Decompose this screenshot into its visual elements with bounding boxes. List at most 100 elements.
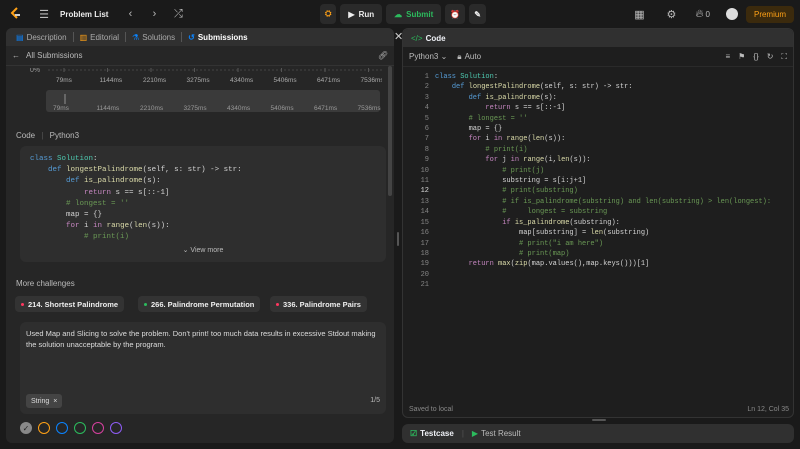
challenge-chip[interactable]: 336. Palindrome Pairs (270, 296, 367, 312)
code-editor[interactable]: 1 2 3 4 5 6 7 8 9 10 11 12 13 14 15 16 17 18 19 20 21 class … (403, 69, 793, 395)
color-blue[interactable] (56, 422, 68, 434)
tab-label: Submissions (197, 32, 248, 42)
tab-testcase[interactable]: ☑ Testcase (410, 429, 454, 438)
language-select[interactable]: Python3 ⌄ (409, 52, 447, 61)
cloud-upload-icon: ☁ (394, 9, 403, 19)
challenge-chip[interactable]: 266. Palindrome Permutation (138, 296, 261, 312)
x-tick-label: 3275ms (187, 77, 211, 84)
chevron-left-icon[interactable]: ‹ (122, 6, 138, 22)
view-more-button[interactable]: ⌄ View more (20, 246, 386, 254)
submit-label: Submit (406, 9, 434, 19)
chevron-down-icon: ⌄ (440, 52, 448, 61)
gear-icon[interactable]: ⚙ (663, 6, 679, 22)
x-tick-label: 1144ms (100, 77, 123, 84)
x-tick-label: 2210ms (143, 77, 167, 84)
tab-description[interactable]: ▤ Description (12, 33, 71, 42)
difficulty-dot (21, 302, 24, 306)
avatar[interactable] (725, 8, 738, 20)
divider (181, 32, 183, 42)
color-green[interactable] (74, 422, 86, 434)
fire-icon[interactable]: 🔥︎ 0 (695, 6, 710, 22)
notes-button[interactable]: ✎ (469, 4, 486, 24)
color-gray-selected[interactable]: ✓ (20, 422, 32, 434)
x-tick-label: 4340ms (230, 77, 254, 84)
cursor-position: Ln 12, Col 35 (747, 405, 789, 413)
line-numbers: 1 2 3 4 5 6 7 8 9 10 11 12 13 14 15 16 17 18 19 20 21 (420, 73, 429, 290)
range-tick-label: 3275ms (184, 105, 208, 112)
tab-label: Description (26, 32, 67, 42)
all-submissions-link[interactable]: All Submissions (26, 51, 82, 60)
reset-icon[interactable]: ↻ (767, 52, 774, 62)
saved-status: Saved to local (409, 405, 453, 413)
challenge-label: 336. Palindrome Pairs (283, 299, 361, 309)
premium-button[interactable]: Premium (745, 5, 794, 23)
code-language: Python3 (49, 131, 80, 140)
note-page-count: 1/5 (370, 397, 380, 404)
submission-code: class Solution: def longestPalindrome(se… (30, 155, 242, 242)
tab-label: Editorial (90, 32, 120, 42)
code-editor-panel: </> Code Python3 ⌄ 🔒︎ Auto ≡ ⚑ {} ↻ ⛶ 12… (402, 28, 794, 418)
x-tick-label: 7536ms (361, 77, 383, 84)
bookmark-icon[interactable]: ⚑ (738, 52, 745, 62)
submissions-subheader: ← All Submissions 🔗︎ (6, 46, 394, 66)
divider: | (41, 131, 44, 140)
note-text[interactable]: Used Map and Slicing to solve the proble… (26, 328, 380, 350)
fullscreen-icon[interactable]: ⛶ (781, 52, 787, 62)
x-tick-label: 79ms (56, 77, 73, 84)
run-button[interactable]: ▶ Run (340, 4, 383, 24)
note-icon: ✎ (474, 9, 481, 19)
divider (125, 32, 127, 42)
close-icon[interactable]: × (53, 398, 57, 405)
lock-icon: 🔒︎ (457, 51, 462, 61)
code-brackets-icon: </> (411, 33, 423, 43)
shuffle-icon[interactable]: ⤮ (170, 6, 186, 22)
leetcode-logo-icon[interactable] (8, 6, 24, 22)
editor-actions: ≡ ⚑ {} ↻ ⛶ (726, 52, 788, 62)
range-handle[interactable] (64, 94, 66, 104)
auto-mode[interactable]: Auto (465, 52, 481, 61)
note-tag[interactable]: String × (26, 394, 63, 408)
layout-grid-icon[interactable]: ▦ (631, 6, 647, 22)
code-section-header: Code | Python3 (16, 131, 79, 140)
left-panel: ▤ Description ▥ Editorial ⚗ Solutions ↺ Subm… (6, 28, 394, 443)
range-tick-label: 2210ms (140, 105, 164, 112)
editor-toolbar: Python3 ⌄ 🔒︎ Auto ≡ ⚑ {} ↻ ⛶ (403, 47, 793, 67)
panel-resize-handle[interactable] (397, 232, 399, 246)
flask-icon: ⚗ (132, 32, 140, 42)
x-tick-label: 6471ms (317, 77, 341, 84)
panel-resize-handle[interactable] (592, 419, 606, 421)
color-pink[interactable] (92, 422, 104, 434)
submission-code-card: class Solution: def longestPalindrome(se… (20, 146, 386, 262)
editor-code[interactable]: class Solution: def longestPalindrome(se… (435, 69, 771, 280)
book-icon: ▥ (79, 32, 88, 42)
list-icon[interactable]: ☰ (36, 6, 52, 22)
tab-code[interactable]: Code (426, 34, 446, 43)
tab-test-result[interactable]: ▶ Test Result (472, 429, 521, 438)
code-tab-bar: </> Code (403, 29, 793, 47)
braces-icon[interactable]: {} (753, 52, 758, 62)
challenge-chip[interactable]: 214. Shortest Palindrome (15, 296, 125, 312)
color-purple[interactable] (110, 422, 122, 434)
left-tabs: ▤ Description ▥ Editorial ⚗ Solutions ↺ Subm… (6, 28, 394, 46)
range-tick-label: 5406ms (271, 105, 295, 112)
color-orange[interactable] (38, 422, 50, 434)
tab-submissions[interactable]: ↺ Submissions (184, 33, 252, 42)
debug-button[interactable]: ⛭ (320, 4, 337, 24)
chevron-right-icon[interactable]: › (146, 6, 162, 22)
arrow-left-icon[interactable]: ← (12, 51, 20, 60)
timer-button[interactable]: ⏰ (445, 4, 466, 24)
runtime-chart: 0% 79ms 1144ms 2210ms 3275ms 4340ms 5406ms 647… (30, 68, 383, 112)
tab-solutions[interactable]: ⚗ Solutions (128, 33, 179, 42)
divider: | (461, 429, 464, 438)
submit-button[interactable]: ☁ Submit (386, 4, 442, 24)
problem-list-link[interactable]: Problem List (60, 10, 108, 19)
tab-editorial[interactable]: ▥ Editorial (76, 33, 123, 42)
note-card[interactable]: Used Map and Slicing to solve the proble… (20, 322, 386, 414)
view-more-label: View more (190, 247, 224, 254)
format-icon[interactable]: ≡ (726, 52, 731, 62)
y-tick-label: 0% (30, 68, 40, 74)
link-icon[interactable]: 🔗︎ (378, 51, 388, 60)
testcase-panel: ☑ Testcase | ▶ Test Result (402, 424, 794, 443)
scrollbar[interactable] (388, 66, 392, 196)
language-label: Python3 (409, 52, 439, 61)
